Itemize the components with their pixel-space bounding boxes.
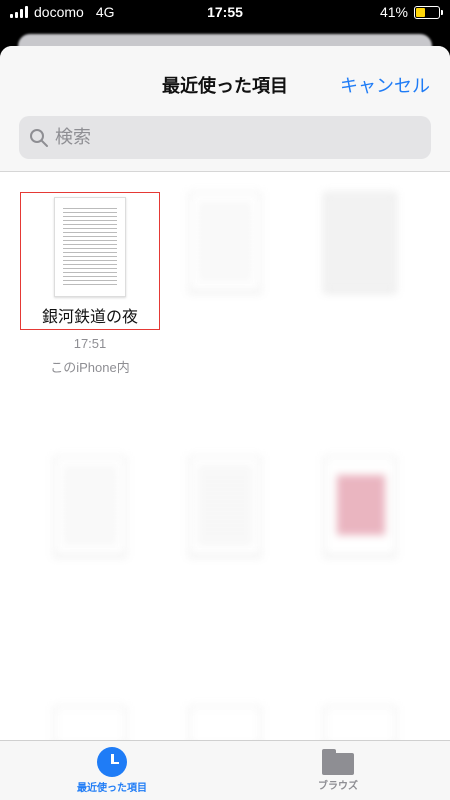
cancel-button[interactable]: キャンセル (340, 72, 430, 98)
status-bar: docomo 4G 17:55 41% (0, 0, 450, 26)
tab-browse[interactable]: ブラウズ (278, 747, 398, 792)
tab-bar: 最近使った項目 ブラウズ (0, 740, 450, 800)
file-thumbnail (324, 456, 396, 556)
tab-recent[interactable]: 最近使った項目 (52, 747, 172, 794)
tab-recent-label: 最近使った項目 (77, 783, 147, 794)
search-box[interactable] (19, 116, 431, 159)
file-item[interactable]: 銀河鉄道の夜 17:51 このiPhone内 (20, 192, 160, 376)
selected-file-frame: 銀河鉄道の夜 (20, 192, 160, 330)
file-time: 17:51 (73, 336, 107, 351)
file-thumbnail (54, 197, 126, 297)
file-location: このiPhone内 (50, 360, 130, 375)
file-item[interactable] (155, 192, 295, 292)
file-thumbnail (324, 192, 396, 292)
tab-browse-label: ブラウズ (318, 781, 358, 792)
file-name: 銀河鉄道の夜 (41, 309, 138, 326)
file-item[interactable] (20, 456, 160, 556)
folder-icon (322, 749, 354, 775)
file-thumbnail (189, 456, 261, 556)
battery-icon (414, 5, 443, 19)
search-input[interactable] (55, 127, 431, 148)
clock-icon (97, 747, 127, 777)
file-item[interactable] (155, 456, 295, 556)
sheet-header: 最近使った項目 キャンセル (0, 46, 450, 116)
file-item[interactable] (290, 456, 430, 556)
search-icon (30, 128, 48, 147)
recents-sheet: 最近使った項目 キャンセル 銀河鉄道の夜 17:51 このiPhone内 (0, 46, 450, 800)
file-item[interactable] (290, 192, 430, 292)
file-thumbnail (189, 192, 261, 292)
file-thumbnail (54, 456, 126, 556)
recent-files-grid: 銀河鉄道の夜 17:51 このiPhone内 (0, 176, 450, 746)
battery-percent: 41% (379, 4, 408, 20)
search-bar (0, 116, 450, 172)
